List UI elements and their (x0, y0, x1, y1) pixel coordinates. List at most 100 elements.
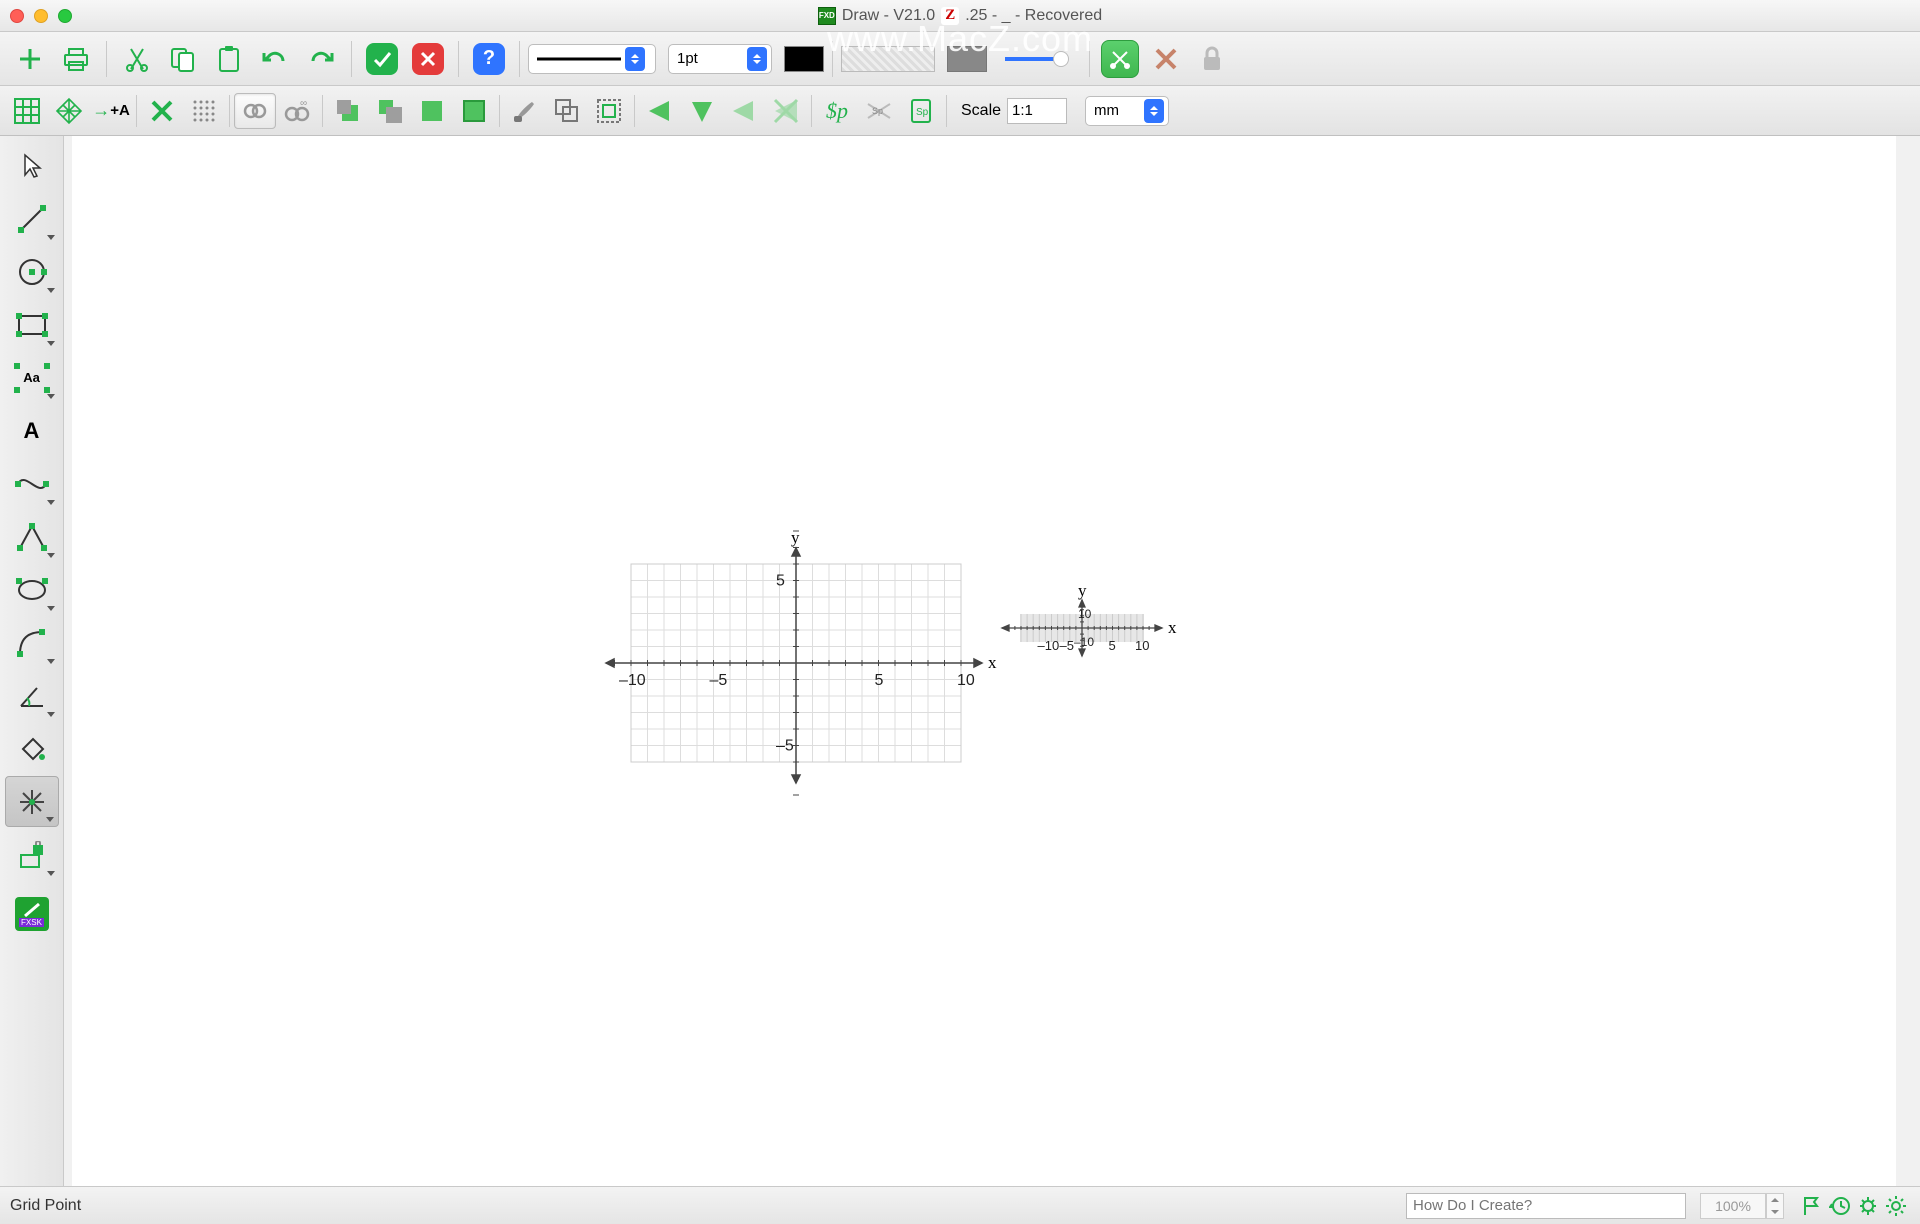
fill-outline-button[interactable] (453, 93, 495, 129)
graph-small-svg: y x 10–10–10–5510 (982, 586, 1212, 686)
text-tool[interactable]: A (5, 405, 59, 456)
undo-button[interactable] (253, 40, 297, 78)
sp-variable-button[interactable]: $p (816, 93, 858, 129)
arc-tool[interactable] (5, 617, 59, 668)
history-icon[interactable] (1826, 1192, 1854, 1220)
fill-green-button[interactable] (411, 93, 453, 129)
close-window-button[interactable] (10, 9, 24, 23)
app-icon: FXD (818, 7, 836, 25)
coordinate-graph-large[interactable]: y x –10–5510–10–5510 (582, 528, 1002, 798)
line-weight-dropdown[interactable]: 1pt (668, 44, 772, 74)
dropdown-arrow-icon (747, 47, 767, 71)
help-search-input[interactable] (1406, 1193, 1686, 1219)
help-button[interactable]: ? (467, 40, 511, 78)
curve-tool[interactable] (5, 458, 59, 509)
svg-text:–10: –10 (619, 672, 646, 689)
ungroup-button[interactable] (588, 93, 630, 129)
lock-button[interactable] (1190, 40, 1234, 78)
title-text-right: .25 - _ - Recovered (965, 7, 1102, 25)
transform-sp-button[interactable]: Sp (858, 93, 900, 129)
graph-svg: y x –10–5510–10–5510 (582, 528, 1002, 798)
fill-color-swatch[interactable] (947, 46, 987, 72)
polygon-tool[interactable] (5, 511, 59, 562)
isometric-grid-button[interactable] (48, 93, 90, 129)
brush-button[interactable] (504, 93, 546, 129)
flip-right-muted-button[interactable] (723, 93, 765, 129)
separator (832, 41, 833, 77)
y-axis-label: y (791, 528, 800, 547)
magic-scissors-button[interactable] (1098, 40, 1142, 78)
delete-x-button[interactable] (141, 93, 183, 129)
link-loop-button[interactable] (234, 93, 276, 129)
canvas-area[interactable]: y x –10–5510–10–5510 y x (64, 136, 1920, 1186)
stroke-color-swatch[interactable] (784, 46, 824, 72)
minimize-window-button[interactable] (34, 9, 48, 23)
svg-text:Sp: Sp (916, 107, 929, 118)
separator (811, 95, 812, 127)
print-button[interactable] (54, 40, 98, 78)
zoom-stepper[interactable] (1766, 1193, 1784, 1219)
svg-text:5: 5 (776, 573, 785, 590)
zoom-window-button[interactable] (58, 9, 72, 23)
bring-forward-button[interactable] (327, 93, 369, 129)
lock-layer-tool[interactable] (5, 829, 59, 880)
window-title: FXD Draw - V21.0 Z .25 - _ - Recovered (0, 7, 1920, 25)
flip-cross-button[interactable] (765, 93, 807, 129)
dropdown-arrow-icon (625, 47, 645, 71)
unit-value: mm (1094, 102, 1140, 119)
ellipse-tool[interactable] (5, 564, 59, 615)
burst-tool[interactable] (5, 776, 59, 827)
dot-grid-button[interactable] (183, 93, 225, 129)
grid-button[interactable] (6, 93, 48, 129)
flag-icon[interactable] (1798, 1192, 1826, 1220)
separator (229, 95, 230, 127)
redo-button[interactable] (299, 40, 343, 78)
window-titlebar: FXD Draw - V21.0 Z .25 - _ - Recovered (0, 0, 1920, 32)
copy-button[interactable] (161, 40, 205, 78)
secondary-toolbar: →+A ∞ $p Sp Sp (0, 86, 1920, 136)
group-button[interactable] (546, 93, 588, 129)
text-frame-tool[interactable]: Aa (5, 352, 59, 403)
add-button[interactable] (8, 40, 52, 78)
circle-tool[interactable] (5, 246, 59, 297)
link-infinity-button[interactable]: ∞ (276, 93, 318, 129)
separator (1089, 41, 1090, 77)
svg-text:y: y (1078, 586, 1087, 600)
sketch-tool[interactable]: FXSK (5, 888, 59, 939)
svg-text:–5: –5 (1060, 638, 1074, 653)
bug-icon[interactable] (1854, 1192, 1882, 1220)
export-sp-button[interactable]: Sp (900, 93, 942, 129)
sp-label: $p (826, 98, 848, 124)
coordinate-graph-small[interactable]: y x 10–10–10–5510 (982, 586, 1212, 686)
fill-bucket-tool[interactable] (5, 723, 59, 774)
svg-text:–10: –10 (1074, 635, 1094, 649)
gear-icon[interactable] (1882, 1192, 1910, 1220)
separator (458, 41, 459, 77)
reject-button[interactable] (406, 40, 450, 78)
send-backward-button[interactable] (369, 93, 411, 129)
flip-down-button[interactable] (681, 93, 723, 129)
svg-text:10: 10 (1135, 638, 1149, 653)
separator (136, 95, 137, 127)
line-tool[interactable] (5, 193, 59, 244)
opacity-slider[interactable] (1005, 57, 1061, 61)
document-page[interactable]: y x –10–5510–10–5510 y x (72, 136, 1896, 1186)
svg-text:10: 10 (1078, 607, 1092, 621)
separator (634, 95, 635, 127)
accept-button[interactable] (360, 40, 404, 78)
watermark-z-icon: Z (941, 7, 959, 25)
rectangle-tool[interactable] (5, 299, 59, 350)
delete-cut-button[interactable] (1144, 40, 1188, 78)
dropdown-arrow-icon (1144, 99, 1164, 123)
separator (946, 95, 947, 127)
paste-button[interactable] (207, 40, 251, 78)
cut-button[interactable] (115, 40, 159, 78)
line-style-dropdown[interactable] (528, 44, 656, 74)
unit-dropdown[interactable]: mm (1085, 96, 1169, 126)
snap-to-point-button[interactable]: →+A (90, 93, 132, 129)
flip-right-button[interactable] (639, 93, 681, 129)
scale-input[interactable] (1007, 98, 1067, 124)
pointer-tool[interactable] (5, 140, 59, 191)
angle-tool[interactable] (5, 670, 59, 721)
fill-pattern-swatch[interactable] (841, 46, 935, 72)
